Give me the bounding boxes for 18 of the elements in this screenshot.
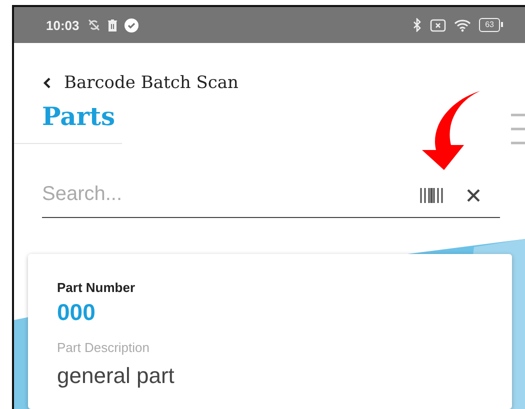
field-value: 000: [57, 299, 96, 326]
field-label: Part Description: [57, 340, 150, 355]
search-field[interactable]: Search...: [42, 172, 500, 218]
trash-icon: [107, 18, 118, 32]
battery-indicator: 63: [479, 18, 500, 32]
sim-off-icon: [430, 18, 446, 32]
sync-off-icon: [87, 18, 102, 32]
status-time: 10:03: [46, 18, 80, 32]
wifi-icon: [454, 18, 472, 32]
field-label: Part Number: [57, 280, 136, 295]
bluetooth-icon: [413, 18, 422, 32]
page-title: Parts: [42, 102, 116, 131]
back-title: Barcode Batch Scan: [64, 73, 238, 93]
close-icon[interactable]: [466, 188, 481, 203]
field-value: general part: [57, 363, 176, 389]
check-circle-icon: [124, 18, 140, 32]
back-button[interactable]: [43, 77, 51, 89]
barcode-icon[interactable]: [420, 188, 444, 203]
